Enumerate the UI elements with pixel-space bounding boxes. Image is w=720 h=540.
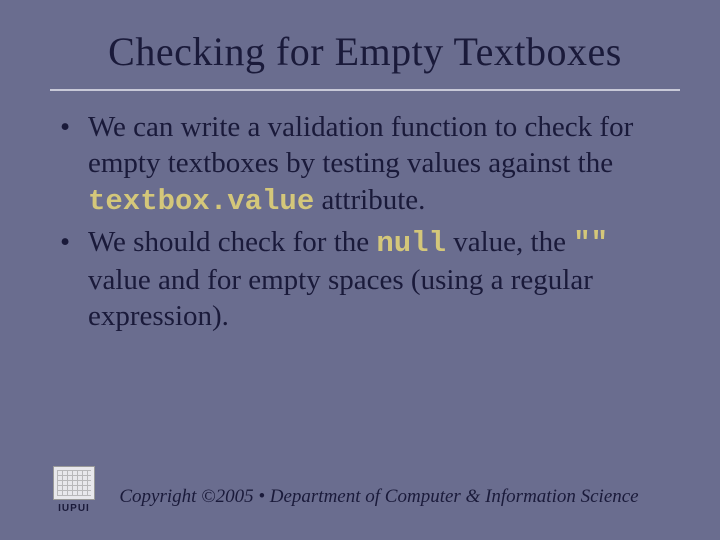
- iupui-logo: IUPUI: [50, 466, 98, 514]
- building-icon: [53, 466, 95, 500]
- copyright-text: Copyright ©2005 • Department of Computer…: [118, 486, 680, 514]
- bullet-text: value and for empty spaces (using a regu…: [88, 264, 593, 332]
- divider: [50, 89, 680, 91]
- bullet-text: attribute.: [314, 184, 425, 216]
- bullet-text: We should check for the: [88, 226, 376, 258]
- bullet-item: We should check for the null value, the …: [60, 224, 675, 335]
- slide-title: Checking for Empty Textboxes: [50, 28, 680, 75]
- code-text: "": [573, 227, 608, 260]
- bullet-text: We can write a validation function to ch…: [88, 111, 633, 179]
- code-text: null: [376, 227, 446, 260]
- bullet-text: value, the: [446, 226, 573, 258]
- slide-content: We can write a validation function to ch…: [50, 109, 680, 466]
- footer: IUPUI Copyright ©2005 • Department of Co…: [50, 466, 680, 520]
- code-text: textbox.value: [88, 185, 314, 218]
- logo-text: IUPUI: [58, 503, 90, 514]
- slide: Checking for Empty Textboxes We can writ…: [0, 0, 720, 540]
- bullet-item: We can write a validation function to ch…: [60, 109, 675, 220]
